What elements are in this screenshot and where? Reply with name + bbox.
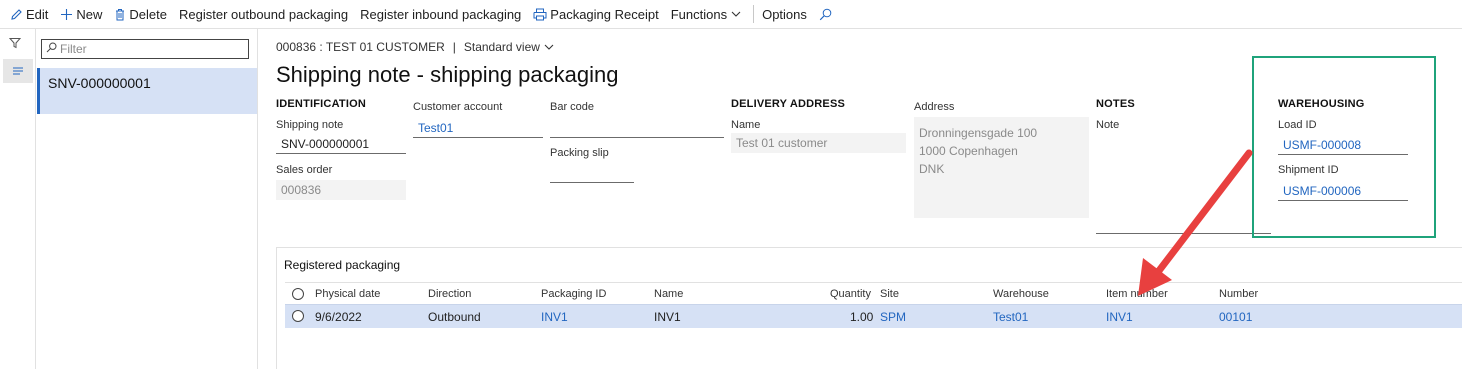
view-selector[interactable]: Standard view [464,40,554,54]
register-outbound-button[interactable]: Register outbound packaging [175,0,356,29]
list-item[interactable]: SNV-000000001 [37,68,257,114]
column-header[interactable]: Number [1219,288,1258,300]
register-inbound-label: Register inbound packaging [360,6,522,22]
chevron-down-icon [544,43,554,51]
plus-icon [60,8,73,21]
register-outbound-label: Register outbound packaging [179,6,349,22]
view-selector-label: Standard view [463,40,540,54]
search-icon [46,42,57,56]
item-number-cell[interactable]: INV1 [1106,310,1133,324]
notes-heading: NOTES [1096,98,1135,110]
packaging-receipt-button[interactable]: Packaging Receipt [529,0,666,29]
record-caption: 000836 : TEST 01 CUSTOMER [276,40,445,54]
action-pane-divider [753,5,755,23]
filter-field[interactable] [41,39,249,59]
site-cell[interactable]: SPM [880,310,906,324]
registered-packaging-panel: Registered packaging Physical date Direc… [276,247,1462,369]
edit-button[interactable]: Edit [6,0,56,29]
name-cell: INV1 [654,310,681,324]
packaging-receipt-label: Packaging Receipt [550,6,659,22]
identification-heading: IDENTIFICATION [276,98,366,110]
column-header[interactable]: Name [654,288,683,300]
grid-title: Registered packaging [284,258,401,272]
pencil-icon [10,8,23,21]
column-header[interactable]: Site [880,288,899,300]
table-row[interactable]: 9/6/2022 Outbound INV1 INV1 1.00 SPM Tes… [285,304,1462,328]
printer-icon [533,8,547,21]
packaging-id-cell[interactable]: INV1 [541,310,568,324]
row-select-radio[interactable] [292,310,304,322]
warehouse-cell[interactable]: Test01 [993,310,1028,324]
select-all-radio[interactable] [292,288,304,300]
column-header[interactable]: Item number [1106,288,1168,300]
page-caption: 000836 : TEST 01 CUSTOMER | Standard vie… [276,40,554,54]
delivery-address-heading: DELIVERY ADDRESS [731,98,846,110]
address-line: 1000 Copenhagen [919,144,1018,158]
filter-input[interactable] [60,42,240,56]
physical-date-cell: 9/6/2022 [315,310,362,324]
customer-account-label: Customer account [413,101,503,113]
delivery-name-label: Name [731,119,761,131]
grid-header: Physical date Direction Packaging ID Nam… [285,282,1462,304]
main-content: 000836 : TEST 01 CUSTOMER | Standard vie… [258,29,1462,369]
page-title: Shipping note - shipping packaging [276,62,619,87]
customer-account-field[interactable]: Test01 [413,118,543,138]
column-header[interactable]: Physical date [315,288,380,300]
options-tab[interactable]: Options [758,0,815,29]
chevron-down-icon [731,10,741,18]
column-header[interactable]: Warehouse [993,288,1049,300]
highlight-box-annotation [1252,56,1436,238]
packing-slip-field[interactable] [550,163,634,183]
address-field: Dronningensgade 100 1000 Copenhagen DNK [914,117,1089,218]
delivery-name-field: Test 01 customer [731,133,906,153]
options-label: Options [762,6,807,22]
register-inbound-button[interactable]: Register inbound packaging [356,0,529,29]
column-header[interactable]: Packaging ID [541,288,606,300]
packing-slip-label: Packing slip [550,147,609,159]
number-cell[interactable]: 00101 [1219,310,1252,324]
delete-button[interactable]: Delete [110,0,175,29]
column-header[interactable]: Quantity [830,288,871,300]
bar-code-label: Bar code [550,101,595,113]
record-list-pane: SNV-000000001 [36,29,258,369]
new-label: New [76,6,103,22]
search-icon [819,8,832,21]
caption-divider: | [452,40,456,54]
registered-packaging-grid: Physical date Direction Packaging ID Nam… [285,282,1462,328]
address-label: Address [914,101,955,113]
sales-order-label: Sales order [276,164,333,176]
quantity-cell: 1.00 [850,310,874,324]
address-line: DNK [919,162,945,176]
bar-code-field[interactable] [550,118,724,138]
list-view-icon[interactable] [3,59,33,83]
direction-cell: Outbound [428,310,481,324]
note-field[interactable] [1096,233,1271,234]
address-line: Dronningensgade 100 [919,126,1038,140]
shipping-note-label: Shipping note [276,119,344,131]
delete-label: Delete [129,6,167,22]
functions-label: Functions [670,6,728,22]
new-button[interactable]: New [56,0,110,29]
column-header[interactable]: Direction [428,288,471,300]
search-button[interactable] [815,0,843,29]
left-rail [0,29,36,369]
shipping-note-field[interactable]: SNV-000000001 [276,134,406,154]
sales-order-field: 000836 [276,180,406,200]
trash-icon [114,8,126,21]
functions-menu-button[interactable]: Functions [667,0,749,29]
note-label: Note [1096,119,1120,131]
action-pane: Edit New Delete Register outbound packag… [0,0,1462,29]
edit-label: Edit [26,6,49,22]
filter-icon[interactable] [8,37,22,52]
